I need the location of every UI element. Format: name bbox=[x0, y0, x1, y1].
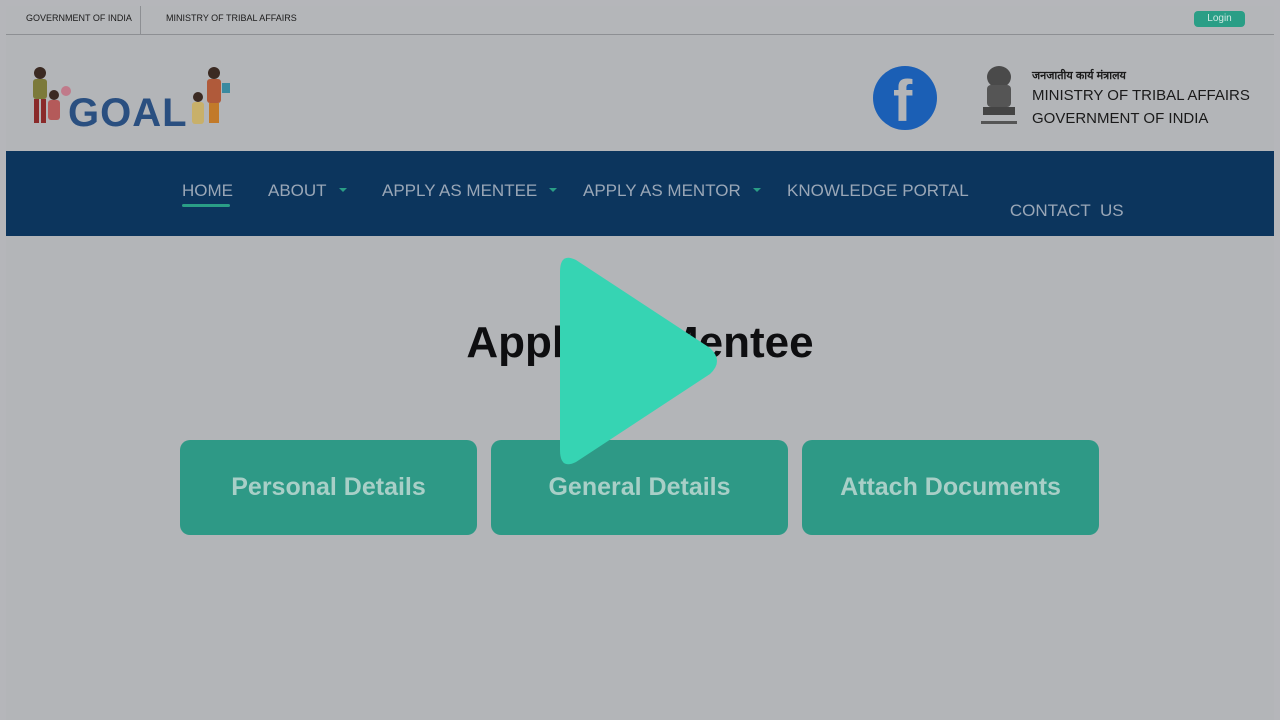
chevron-down-icon bbox=[338, 187, 347, 192]
ministry-hindi: जनजातीय कार्य मंत्रालय bbox=[1032, 70, 1126, 82]
nav-item-label: APPLY AS MENTEE bbox=[382, 181, 538, 200]
login-button[interactable]: Login bbox=[1194, 11, 1245, 27]
nav-item-contact[interactable]: CONTACT US bbox=[991, 181, 1124, 241]
nav-item-about[interactable]: ABOUT bbox=[268, 181, 347, 201]
nav-item-label: KNOWLEDGE PORTAL bbox=[787, 181, 969, 200]
personal-details-button[interactable]: Personal Details bbox=[180, 440, 477, 535]
logo-text: GOAL bbox=[68, 91, 188, 135]
play-icon[interactable] bbox=[558, 250, 723, 472]
ministry-label: MINISTRY OF TRIBAL AFFAIRS bbox=[166, 13, 297, 23]
chevron-down-icon bbox=[752, 187, 761, 192]
nav-item-apply-mentee[interactable]: APPLY AS MENTEE bbox=[382, 181, 558, 201]
attach-documents-button[interactable]: Attach Documents bbox=[802, 440, 1099, 535]
ministry-name: MINISTRY OF TRIBAL AFFAIRS bbox=[1032, 87, 1250, 104]
national-emblem-icon bbox=[981, 66, 1017, 124]
top-bar: GOVERNMENT OF INDIA MINISTRY OF TRIBAL A… bbox=[6, 6, 1274, 35]
chevron-down-icon bbox=[549, 187, 558, 192]
goal-logo[interactable]: GOAL bbox=[28, 65, 238, 135]
active-underline bbox=[182, 204, 230, 207]
nav-item-home[interactable]: HOME bbox=[182, 181, 233, 201]
nav-item-label: HOME bbox=[182, 181, 233, 200]
divider bbox=[140, 6, 141, 34]
nav-item-label: ABOUT bbox=[268, 181, 327, 200]
nav-item-knowledge-portal[interactable]: KNOWLEDGE PORTAL bbox=[787, 181, 969, 201]
ministry-block: जनजातीय कार्य मंत्रालय MINISTRY OF TRIBA… bbox=[1032, 68, 1250, 127]
government-label: GOVERNMENT OF INDIA bbox=[26, 13, 132, 23]
nav-item-label: CONTACT US bbox=[1009, 201, 1124, 220]
government-name: GOVERNMENT OF INDIA bbox=[1032, 110, 1209, 127]
site-header: GOAL f जनजातीय कार्य मंत्रालय MINISTRY O… bbox=[6, 35, 1274, 150]
facebook-icon[interactable]: f bbox=[873, 66, 937, 134]
nav-item-label: APPLY AS MENTOR bbox=[583, 181, 741, 200]
nav-item-apply-mentor[interactable]: APPLY AS MENTOR bbox=[583, 181, 761, 201]
main-nav: HOME ABOUT APPLY AS MENTEE APPLY AS MENT… bbox=[6, 151, 1274, 236]
